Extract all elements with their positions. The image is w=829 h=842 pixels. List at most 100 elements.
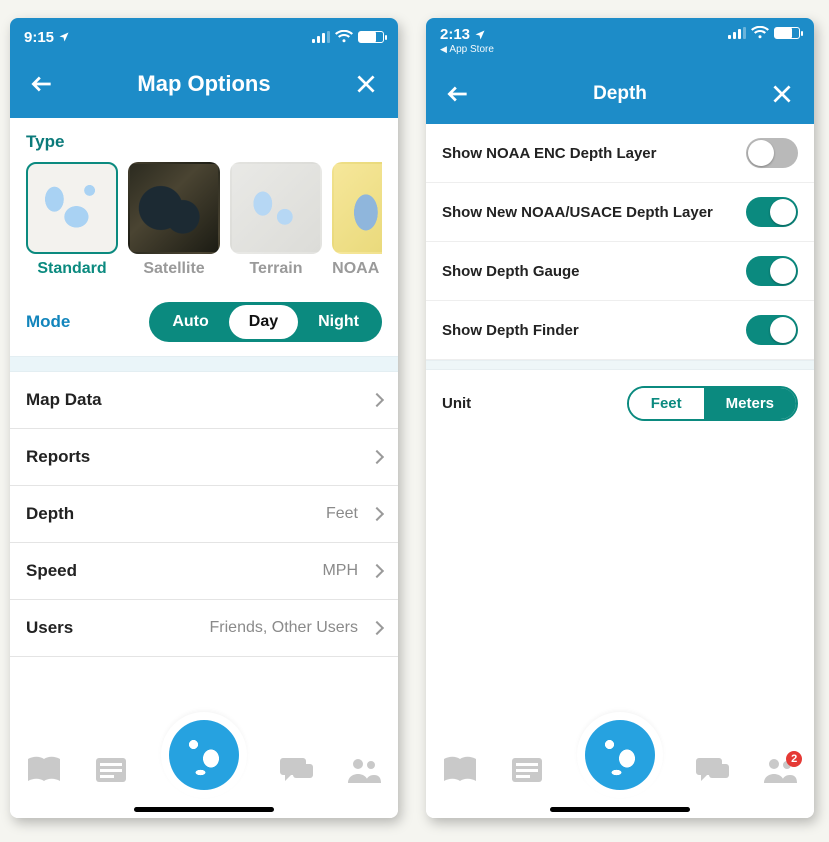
- toggle-list: Show NOAA ENC Depth Layer Show New NOAA/…: [426, 124, 814, 360]
- row-map-data[interactable]: Map Data: [10, 372, 398, 429]
- close-button[interactable]: [352, 70, 380, 98]
- bottom-nav: [10, 732, 398, 818]
- row-depth-label: Depth: [26, 504, 74, 524]
- nav-guide[interactable]: [442, 755, 478, 785]
- mode-night[interactable]: Night: [298, 305, 379, 339]
- toggle-noaa-usace-switch[interactable]: [746, 197, 798, 227]
- nav-people[interactable]: 2: [762, 755, 798, 785]
- status-bar: 2:13 ◀ App Store: [426, 18, 814, 70]
- nav-chat[interactable]: [695, 755, 731, 785]
- row-users-label: Users: [26, 618, 73, 638]
- home-indicator[interactable]: [550, 807, 690, 812]
- chevron-right-icon: [370, 507, 384, 521]
- status-left: 2:13 ◀ App Store: [440, 26, 494, 55]
- section-divider: [426, 360, 814, 370]
- toggle-depth-gauge: Show Depth Gauge: [426, 242, 814, 301]
- status-bar: 9:15: [10, 18, 398, 56]
- row-speed-value: MPH: [322, 562, 358, 580]
- nav-map[interactable]: [161, 712, 247, 798]
- status-time: 9:15: [24, 29, 70, 46]
- people-icon: [346, 755, 382, 785]
- home-indicator[interactable]: [134, 807, 274, 812]
- page-title: Depth: [593, 83, 647, 105]
- chevron-right-icon: [370, 564, 384, 578]
- type-thumb-standard: [26, 162, 118, 254]
- toggle-depth-finder-switch[interactable]: [746, 315, 798, 345]
- back-button[interactable]: [28, 70, 56, 98]
- wifi-icon: [751, 26, 769, 40]
- row-depth-value: Feet: [326, 505, 358, 523]
- type-row[interactable]: Standard Satellite Terrain NOAA E: [26, 162, 382, 278]
- status-icons: [312, 30, 384, 44]
- toggle-depth-gauge-label: Show Depth Gauge: [442, 263, 580, 280]
- mode-row: Mode Auto Day Night: [10, 284, 398, 356]
- type-label-noaa: NOAA E: [332, 260, 382, 278]
- bottom-nav: 2: [426, 732, 814, 818]
- arrow-left-icon: [445, 81, 471, 107]
- type-item-standard[interactable]: Standard: [26, 162, 118, 278]
- unit-meters[interactable]: Meters: [704, 388, 796, 419]
- back-button[interactable]: [444, 80, 472, 108]
- toggle-depth-finder-label: Show Depth Finder: [442, 322, 579, 339]
- location-arrow-icon: [58, 31, 70, 43]
- chevron-right-icon: [370, 450, 384, 464]
- chevron-right-icon: [370, 393, 384, 407]
- row-depth[interactable]: Depth Feet: [10, 486, 398, 543]
- type-item-terrain[interactable]: Terrain: [230, 162, 322, 278]
- book-icon: [442, 755, 478, 785]
- wifi-icon: [335, 30, 353, 44]
- type-thumb-noaa: [332, 162, 382, 254]
- nav-people-badge: 2: [786, 751, 802, 767]
- status-time: 2:13: [440, 26, 494, 43]
- nav-chat[interactable]: [279, 755, 315, 785]
- unit-label: Unit: [442, 395, 471, 412]
- nav-news[interactable]: [93, 755, 129, 785]
- back-to-app[interactable]: ◀ App Store: [440, 44, 494, 55]
- toggle-noaa-enc: Show NOAA ENC Depth Layer: [426, 124, 814, 183]
- nav-news[interactable]: [509, 755, 545, 785]
- battery-icon: [358, 31, 384, 43]
- unit-segmented-control[interactable]: Feet Meters: [627, 386, 798, 421]
- book-icon: [26, 755, 62, 785]
- toggle-depth-finder: Show Depth Finder: [426, 301, 814, 360]
- close-icon: [353, 71, 379, 97]
- row-users[interactable]: Users Friends, Other Users: [10, 600, 398, 657]
- toggle-noaa-usace-label: Show New NOAA/USACE Depth Layer: [442, 204, 713, 221]
- mode-auto[interactable]: Auto: [152, 305, 228, 339]
- mode-segmented-control[interactable]: Auto Day Night: [149, 302, 382, 342]
- toggle-noaa-usace: Show New NOAA/USACE Depth Layer: [426, 183, 814, 242]
- phone-map-options: 9:15 Map Options Type Standard Satellite: [10, 18, 398, 818]
- type-item-noaa[interactable]: NOAA E: [332, 162, 382, 278]
- chevron-right-icon: [370, 621, 384, 635]
- type-thumb-terrain: [230, 162, 322, 254]
- status-time-text: 2:13: [440, 26, 470, 43]
- status-time-text: 9:15: [24, 29, 54, 46]
- type-thumb-satellite: [128, 162, 220, 254]
- toggle-noaa-enc-switch[interactable]: [746, 138, 798, 168]
- screen-header: Map Options: [10, 56, 398, 118]
- row-map-data-label: Map Data: [26, 390, 102, 410]
- screen-header: Depth: [426, 70, 814, 124]
- close-icon: [769, 81, 795, 107]
- toggle-noaa-enc-label: Show NOAA ENC Depth Layer: [442, 145, 656, 162]
- nav-guide[interactable]: [26, 755, 62, 785]
- toggle-depth-gauge-switch[interactable]: [746, 256, 798, 286]
- row-speed[interactable]: Speed MPH: [10, 543, 398, 600]
- type-item-satellite[interactable]: Satellite: [128, 162, 220, 278]
- signal-icon: [312, 31, 330, 43]
- unit-row: Unit Feet Meters: [426, 370, 814, 437]
- close-button[interactable]: [768, 80, 796, 108]
- row-users-value: Friends, Other Users: [210, 619, 358, 637]
- status-icons: [728, 26, 800, 40]
- arrow-left-icon: [29, 71, 55, 97]
- nav-map[interactable]: [577, 712, 663, 798]
- row-speed-label: Speed: [26, 561, 77, 581]
- mode-day[interactable]: Day: [229, 305, 298, 339]
- battery-icon: [774, 27, 800, 39]
- signal-icon: [728, 27, 746, 39]
- nav-people[interactable]: [346, 755, 382, 785]
- unit-feet[interactable]: Feet: [629, 388, 704, 419]
- row-reports[interactable]: Reports: [10, 429, 398, 486]
- mode-label: Mode: [26, 312, 70, 332]
- type-label-standard: Standard: [37, 260, 106, 278]
